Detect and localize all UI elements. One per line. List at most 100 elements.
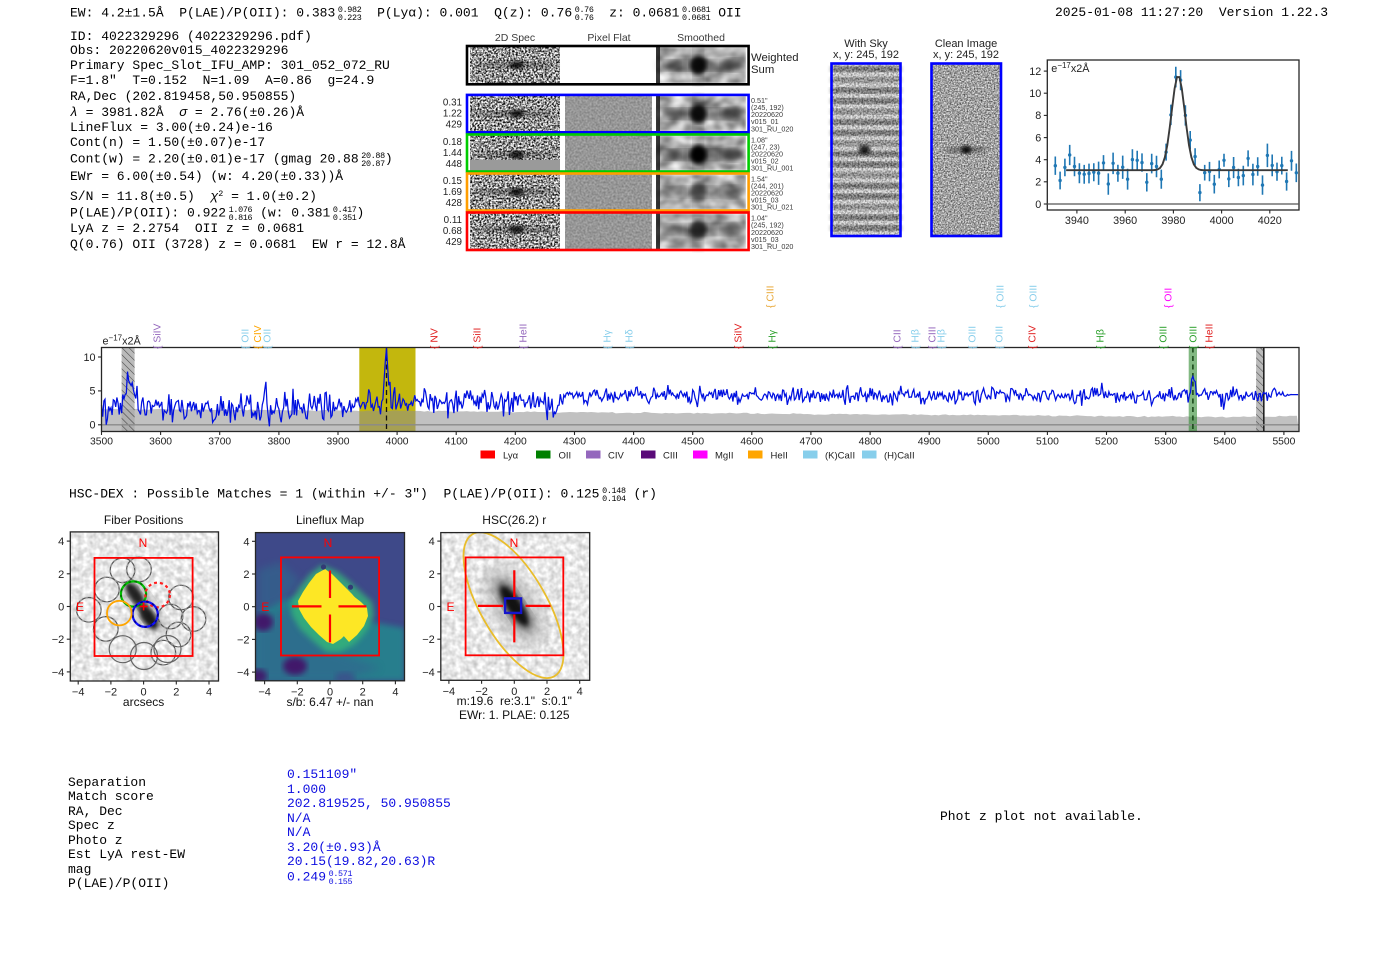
svg-text:301_RU_020: 301_RU_020 (751, 242, 793, 251)
svg-text:0.15: 0.15 (443, 176, 463, 187)
svg-text:2D Spec: 2D Spec (495, 32, 535, 44)
svg-text:−4: −4 (72, 687, 85, 699)
svg-text:{ Hβ: { Hβ (937, 329, 948, 349)
svg-text:CIII: CIII (663, 451, 678, 462)
svg-text:CIV: CIV (608, 451, 625, 462)
svg-text:3800: 3800 (267, 437, 290, 448)
svg-text:3500: 3500 (90, 437, 113, 448)
svg-text:{ Hβ: { Hβ (1096, 329, 1107, 349)
svg-text:5000: 5000 (977, 437, 1000, 448)
svg-text:4400: 4400 (622, 437, 645, 448)
svg-text:4: 4 (58, 536, 64, 548)
svg-text:N: N (139, 536, 148, 550)
svg-text:3900: 3900 (327, 437, 350, 448)
svg-text:e−17x2Å: e−17x2Å (103, 334, 142, 348)
svg-text:0: 0 (89, 420, 95, 432)
svg-text:N: N (510, 536, 519, 550)
svg-text:301_RU_001: 301_RU_001 (751, 164, 793, 173)
svg-text:4: 4 (206, 687, 212, 699)
svg-text:HeII: HeII (771, 451, 788, 462)
svg-text:−2: −2 (52, 634, 65, 646)
svg-text:{ Hγ: { Hγ (603, 329, 614, 349)
svg-text:4200: 4200 (504, 437, 527, 448)
svg-text:{ OII: { OII (241, 329, 252, 349)
svg-text:428: 428 (446, 198, 463, 209)
svg-text:MgII: MgII (715, 451, 733, 462)
svg-text:8: 8 (1035, 110, 1041, 122)
svg-text:10: 10 (1029, 88, 1041, 100)
svg-text:Smoothed: Smoothed (677, 32, 725, 44)
svg-text:{ HeII: { HeII (519, 324, 530, 349)
svg-text:−2: −2 (422, 634, 435, 646)
svg-text:0: 0 (1035, 199, 1041, 211)
svg-text:0: 0 (58, 602, 64, 614)
svg-text:{ OIII: { OIII (995, 326, 1006, 349)
svg-text:4800: 4800 (859, 437, 882, 448)
svg-text:N: N (324, 536, 333, 550)
svg-text:4000: 4000 (386, 437, 409, 448)
svg-text:5500: 5500 (1272, 437, 1295, 448)
svg-text:−4: −4 (52, 667, 65, 679)
svg-text:{ SiII: { SiII (473, 328, 484, 349)
svg-text:e−17x2Å: e−17x2Å (1051, 61, 1090, 75)
svg-text:{ Hγ: { Hγ (768, 329, 779, 349)
svg-text:3700: 3700 (208, 437, 231, 448)
svg-text:E: E (76, 600, 84, 614)
svg-text:{ SiIV: { SiIV (153, 324, 164, 349)
svg-text:4300: 4300 (563, 437, 586, 448)
svg-text:{ Hβ: { Hβ (911, 329, 922, 349)
svg-text:{ CIV: { CIV (1028, 325, 1039, 349)
svg-text:{ NV: { NV (430, 328, 441, 349)
svg-text:{ OIII: { OIII (1159, 326, 1170, 349)
svg-text:Sum: Sum (751, 64, 774, 76)
svg-text:2: 2 (429, 569, 435, 581)
svg-text:2: 2 (1035, 177, 1041, 189)
svg-text:−2: −2 (237, 634, 250, 646)
svg-text:(H)CaII: (H)CaII (884, 451, 915, 462)
svg-text:m:19.6 re:3.1" s:0.1": m:19.6 re:3.1" s:0.1" (457, 694, 572, 708)
svg-text:5200: 5200 (1095, 437, 1118, 448)
svg-text:{ OIII: { OIII (1029, 285, 1040, 308)
svg-text:429: 429 (446, 119, 462, 130)
svg-text:12: 12 (1029, 66, 1041, 78)
svg-text:−4: −4 (443, 686, 456, 698)
svg-text:{ OIII: { OIII (1189, 326, 1200, 349)
svg-text:5: 5 (89, 386, 95, 398)
svg-text:4000: 4000 (1210, 215, 1234, 227)
svg-text:4500: 4500 (681, 437, 704, 448)
svg-text:Weighted: Weighted (751, 52, 799, 64)
svg-text:−4: −4 (258, 686, 271, 698)
svg-text:6: 6 (1035, 132, 1041, 144)
svg-text:Pixel Flat: Pixel Flat (587, 32, 630, 44)
svg-text:4: 4 (1035, 155, 1041, 167)
svg-text:301_RU_020: 301_RU_020 (751, 124, 793, 133)
svg-text:4700: 4700 (799, 437, 822, 448)
svg-text:{ Hδ: { Hδ (625, 329, 636, 349)
svg-text:0.18: 0.18 (443, 137, 463, 148)
svg-text:10: 10 (83, 352, 95, 364)
svg-text:1.44: 1.44 (443, 148, 463, 159)
svg-text:E: E (261, 600, 269, 614)
svg-text:3940: 3940 (1065, 215, 1089, 227)
svg-text:4600: 4600 (740, 437, 763, 448)
svg-text:1.69: 1.69 (443, 187, 462, 198)
svg-text:s/b: 6.47 +/- nan: s/b: 6.47 +/- nan (286, 695, 373, 709)
svg-text:4100: 4100 (445, 437, 468, 448)
svg-text:−2: −2 (105, 687, 118, 699)
svg-text:x, y: 245, 192: x, y: 245, 192 (933, 49, 999, 61)
svg-text:{ CII: { CII (893, 329, 904, 349)
svg-text:HSC(26.2) r: HSC(26.2) r (482, 513, 546, 527)
svg-text:−4: −4 (422, 667, 435, 679)
svg-text:3600: 3600 (149, 437, 172, 448)
svg-text:2: 2 (173, 687, 179, 699)
svg-text:(K)CaII: (K)CaII (825, 451, 855, 462)
svg-text:301_RU_021: 301_RU_021 (751, 203, 793, 212)
svg-text:2: 2 (58, 569, 64, 581)
svg-text:4: 4 (243, 536, 249, 548)
svg-text:{ OII: { OII (1164, 288, 1175, 308)
svg-text:x, y: 245, 192: x, y: 245, 192 (833, 49, 899, 61)
svg-text:0.11: 0.11 (444, 215, 462, 226)
svg-text:3960: 3960 (1113, 215, 1137, 227)
svg-text:5300: 5300 (1154, 437, 1177, 448)
svg-text:EWr: 1. PLAE: 0.125: EWr: 1. PLAE: 0.125 (459, 708, 570, 722)
